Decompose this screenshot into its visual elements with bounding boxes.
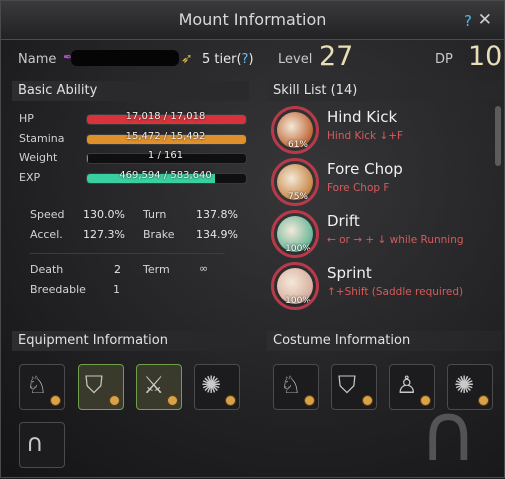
stat-label: Weight (19, 151, 58, 164)
costume-slot-horseshoe[interactable]: ✺ (447, 364, 493, 410)
level-value: 27 (319, 41, 354, 72)
stat-label: Stamina (19, 132, 65, 145)
window-title: Mount Information (178, 10, 327, 29)
stirrups-icon: ♘ (26, 371, 48, 399)
breedable-label: Breedable (30, 283, 86, 296)
speed-label: Speed (30, 208, 65, 221)
brake-label: Brake (143, 228, 175, 241)
enhance-badge-icon (167, 395, 178, 406)
divider (30, 253, 225, 254)
skill-item[interactable]: 75% Fore Chop Fore Chop F (271, 158, 501, 208)
equipment-slot-shoe[interactable]: ∩ (19, 422, 65, 468)
skill-name: Fore Chop (327, 160, 403, 178)
close-icon[interactable]: ✕ (478, 10, 492, 30)
enhance-badge-icon (225, 395, 236, 406)
brake-value: 134.9% (196, 228, 238, 241)
tier-icon: ➶ (181, 51, 193, 67)
term-label: Term (143, 263, 170, 276)
armor-icon: ♙ (396, 371, 418, 399)
equipment-slot-saddle[interactable]: ⛉ (78, 364, 124, 410)
costume-slot-stirrups[interactable]: ♘ (273, 364, 319, 410)
enhance-badge-icon (304, 395, 315, 406)
level-label: Level (278, 52, 313, 67)
horseshoe-gear-icon: ✺ (454, 371, 475, 399)
armor-icon: ⚔ (143, 371, 165, 399)
skill-command: Fore Chop F (327, 182, 390, 194)
hind-kick-icon: 61% (271, 106, 319, 154)
skill-mastery: 75% (287, 192, 308, 202)
horseshoe-icon: ∩ (26, 429, 44, 457)
stat-value: 17,018 / 17,018 (125, 111, 206, 122)
skill-name: Drift (327, 212, 360, 230)
equipment-slot-stirrups[interactable]: ♘ (19, 364, 65, 410)
stirrups-icon: ♘ (280, 371, 302, 399)
speed-value: 130.0% (83, 208, 125, 221)
equipment-header: Equipment Information (12, 331, 249, 351)
saddle-icon: ⛉ (85, 371, 103, 399)
horseshoe-gear-icon: ✺ (201, 371, 222, 399)
enhance-badge-icon (50, 395, 61, 406)
stat-value: 1 / 161 (147, 150, 184, 161)
skill-list-scrollbar[interactable] (495, 106, 501, 166)
enhance-badge-icon (478, 395, 489, 406)
skill-item[interactable]: 100% Drift ← or → + ↓ while Running (271, 210, 501, 260)
mount-name-redacted (71, 50, 179, 66)
accel-value: 127.3% (83, 228, 125, 241)
enhance-badge-icon (109, 395, 120, 406)
basic-ability-header: Basic Ability (12, 81, 249, 101)
enhance-badge-icon (420, 395, 431, 406)
dp-value: 10 (468, 41, 503, 72)
fore-chop-icon: 75% (271, 158, 319, 206)
skill-mastery: 100% (285, 296, 311, 306)
equipment-slot-horseshoe[interactable]: ✺ (194, 364, 240, 410)
tier-text: 5 tier(?) (202, 52, 254, 67)
skill-name: Sprint (327, 264, 372, 282)
breedable-value: 1 (113, 283, 120, 296)
stat-value: 469,594 / 583,640 (119, 170, 212, 181)
sprint-icon: 100% (271, 262, 319, 310)
costume-slot-saddle[interactable]: ⛉ (331, 364, 377, 410)
skill-command: ↑+Shift (Saddle required) (327, 286, 464, 298)
turn-value: 137.8% (196, 208, 238, 221)
stat-label: EXP (19, 171, 41, 184)
death-label: Death (30, 263, 64, 276)
skill-mastery: 100% (285, 244, 311, 254)
name-label: Name (18, 52, 57, 67)
saddle-icon: ⛉ (338, 371, 356, 399)
mount-information-window: Mount Information ? ✕ Name ✒ ➶ 5 tier(?)… (0, 0, 505, 479)
accel-label: Accel. (30, 228, 63, 241)
drift-icon: 100% (271, 210, 319, 258)
title-bar[interactable]: Mount Information ? ✕ (1, 1, 504, 40)
stat-value: 15,472 / 15,492 (125, 131, 206, 142)
term-value: ∞ (199, 262, 209, 275)
skill-item[interactable]: 61% Hind Kick Hind Kick ↓+F (271, 106, 501, 156)
skill-command: ← or → + ↓ while Running (327, 234, 464, 246)
skill-name: Hind Kick (327, 108, 398, 126)
skill-mastery: 61% (287, 140, 308, 150)
death-value: 2 (114, 263, 121, 276)
equipment-slot-armor[interactable]: ⚔ (136, 364, 182, 410)
skill-item[interactable]: 100% Sprint ↑+Shift (Saddle required) (271, 262, 501, 312)
dp-label: DP (435, 52, 453, 67)
skill-command: Hind Kick ↓+F (327, 130, 404, 142)
costume-slot-armor[interactable]: ♙ (389, 364, 435, 410)
enhance-badge-icon (362, 395, 373, 406)
skill-list-header: Skill List (14) (267, 81, 502, 101)
turn-label: Turn (143, 208, 167, 221)
stat-label: HP (19, 112, 34, 125)
costume-header: Costume Information (267, 331, 502, 351)
help-icon[interactable]: ? (464, 12, 472, 30)
